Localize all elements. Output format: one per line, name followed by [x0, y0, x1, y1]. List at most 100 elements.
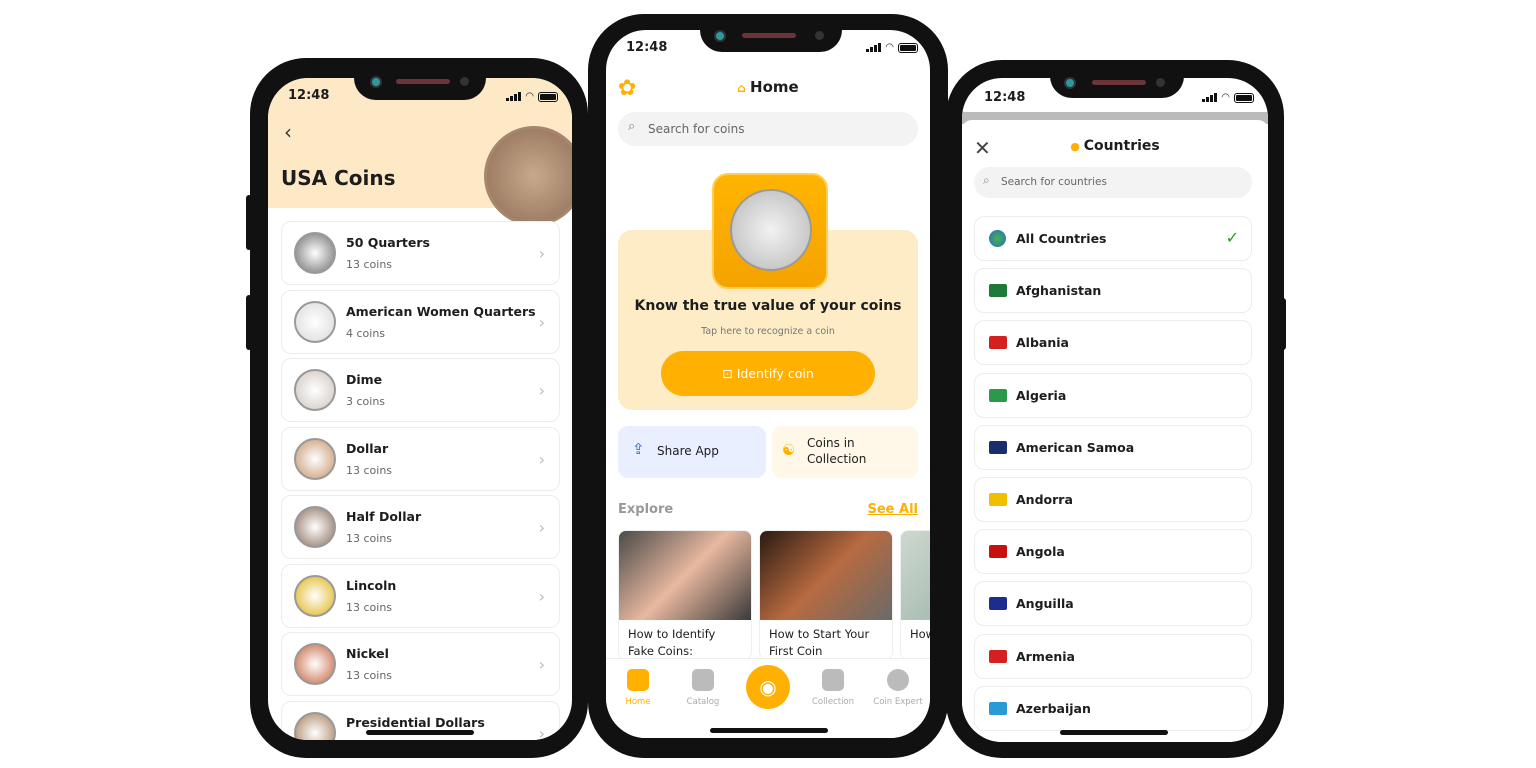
hero-title: Know the true value of your coins: [634, 298, 902, 314]
nav-collection[interactable]: Collection: [803, 669, 863, 707]
flag-icon: [989, 284, 1007, 298]
nav-catalog[interactable]: Catalog: [673, 669, 733, 707]
search-placeholder: Search for coins: [648, 122, 745, 136]
coin-category-item[interactable]: 50 Quarters 13 coins ›: [281, 221, 560, 285]
category-name: Lincoln: [346, 577, 397, 593]
notch: [354, 70, 486, 100]
category-count: 13 coins: [346, 463, 393, 477]
chevron-right-icon: ›: [538, 244, 545, 263]
share-app-button[interactable]: ⇪ Share App: [618, 426, 766, 478]
status-icons: ◠: [506, 91, 558, 102]
nav-label: Home: [625, 697, 651, 707]
category-count: 3 coins: [346, 395, 386, 408]
category-name: Half Dollar: [346, 509, 422, 524]
see-all-link[interactable]: See All: [868, 502, 919, 517]
coin-category-item[interactable]: Half Dollar 13 coins ›: [281, 495, 560, 559]
article-image: [760, 531, 892, 620]
coin-thumbnail: [294, 574, 336, 617]
country-item[interactable]: Angola: [974, 529, 1252, 575]
chevron-right-icon: ›: [538, 312, 545, 332]
bottom-nav: Home Catalog ◉ Collection Coin Expert: [606, 658, 930, 738]
title-text: Countries: [1083, 138, 1160, 154]
coin-category-item[interactable]: American Women Quarters 4 coins ›: [281, 289, 560, 354]
chevron-right-icon: ›: [538, 518, 545, 537]
search-input[interactable]: ⌕ Search for coins: [618, 112, 918, 146]
notch: [700, 26, 842, 52]
flag-icon: [989, 701, 1007, 715]
search-icon: ⌕: [628, 119, 636, 134]
coin-thumbnail: [294, 711, 336, 740]
share-label: Share App: [657, 444, 719, 458]
nav-coin-expert[interactable]: Coin Expert: [868, 669, 928, 707]
country-name: Anguilla: [1016, 596, 1074, 612]
country-name: All Countries: [1016, 231, 1107, 246]
share-icon: ⇪: [632, 440, 645, 458]
chevron-right-icon: ›: [538, 449, 545, 469]
category-name: Presidential Dollars: [346, 714, 485, 730]
country-item[interactable]: Afghanistan: [974, 268, 1252, 314]
identify-coin-button[interactable]: ⊡ Identify coin: [661, 351, 875, 396]
phone-right: 12:48 ◠ ✕ ● Countries ⌕ Search for count…: [946, 60, 1284, 758]
chevron-right-icon: ›: [538, 381, 545, 400]
page-title: USA Coins: [281, 166, 396, 190]
home-indicator: [710, 728, 828, 733]
coins-in-collection-button[interactable]: ☯ Coins in Collection: [772, 426, 918, 478]
flag-icon: [989, 493, 1007, 506]
page-title: ⌂ Home: [606, 78, 930, 96]
coin-thumbnail: [294, 369, 336, 411]
country-item[interactable]: Andorra: [974, 477, 1252, 522]
category-count: 4 coins: [346, 326, 386, 340]
camera-icon: ◉: [759, 675, 777, 699]
article-title: How to Identify Fake Coins:: [628, 627, 716, 658]
country-item[interactable]: Armenia: [974, 633, 1252, 679]
home-icon: ⌂: [737, 81, 751, 95]
category-name: American Women Quarters: [346, 303, 536, 319]
usa-coins-screen: 12:48 ◠ ‹ USA Coins 50 Quarters 13 coins ›…: [268, 78, 572, 740]
category-name: Dime: [346, 372, 383, 387]
category-count: 13 coins: [346, 600, 393, 614]
status-time: 12:48: [626, 40, 668, 55]
country-item[interactable]: Anguilla: [974, 581, 1252, 627]
checkmark-icon: ✓: [1225, 228, 1239, 247]
coin-category-item[interactable]: Dime 3 coins ›: [281, 358, 560, 422]
country-name: Andorra: [1016, 492, 1073, 507]
catalog-icon: [692, 669, 714, 691]
collection-label: Coins in Collection: [807, 436, 867, 466]
country-item[interactable]: All Countries ✓: [974, 216, 1252, 261]
coin-category-item[interactable]: Lincoln 13 coins ›: [281, 563, 560, 628]
home-screen: 12:48 ◠ ✿ ⌂ Home ⌕ Search for coins Know…: [606, 30, 930, 738]
home-indicator: [1060, 730, 1168, 735]
coin-thumbnail: [294, 437, 336, 480]
chevron-right-icon: ›: [538, 723, 545, 741]
category-name: 50 Quarters: [346, 235, 430, 250]
flag-icon: [989, 336, 1007, 350]
coin-image: [484, 126, 572, 226]
scan-coin-image: [712, 173, 828, 289]
flag-icon: [989, 440, 1007, 454]
camera-scan-button[interactable]: ◉: [746, 665, 790, 709]
countries-sheet: ✕ ● Countries ⌕ Search for countries All…: [962, 120, 1268, 742]
article-card[interactable]: How to Start Your First Coin: [759, 530, 893, 660]
nav-home[interactable]: Home: [608, 669, 668, 707]
status-time: 12:48: [984, 90, 1026, 105]
country-item[interactable]: American Samoa: [974, 424, 1252, 470]
country-item[interactable]: Algeria: [974, 372, 1252, 418]
home-indicator: [366, 730, 474, 735]
coin-category-item[interactable]: Dollar 13 coins ›: [281, 426, 560, 491]
hero-subtitle: Tap here to recognize a coin: [701, 326, 835, 337]
country-name: Angola: [1016, 544, 1065, 560]
article-card[interactable]: How to v: [900, 530, 930, 660]
notch: [1050, 72, 1184, 98]
country-item[interactable]: Albania: [974, 320, 1252, 366]
flag-icon: [989, 545, 1007, 559]
country-name: Algeria: [1016, 387, 1067, 403]
country-item[interactable]: Azerbaijan: [974, 685, 1252, 731]
phone-center: 12:48 ◠ ✿ ⌂ Home ⌕ Search for coins Know…: [588, 14, 948, 758]
article-card[interactable]: How to Identify Fake Coins:: [618, 530, 752, 660]
coin-category-item[interactable]: Nickel 13 coins ›: [281, 632, 560, 696]
search-icon: ⌕: [983, 173, 990, 187]
country-name: Armenia: [1016, 648, 1075, 664]
chevron-right-icon: ›: [538, 655, 545, 674]
back-icon[interactable]: ‹: [284, 120, 292, 144]
countries-search-input[interactable]: ⌕ Search for countries: [974, 167, 1252, 198]
